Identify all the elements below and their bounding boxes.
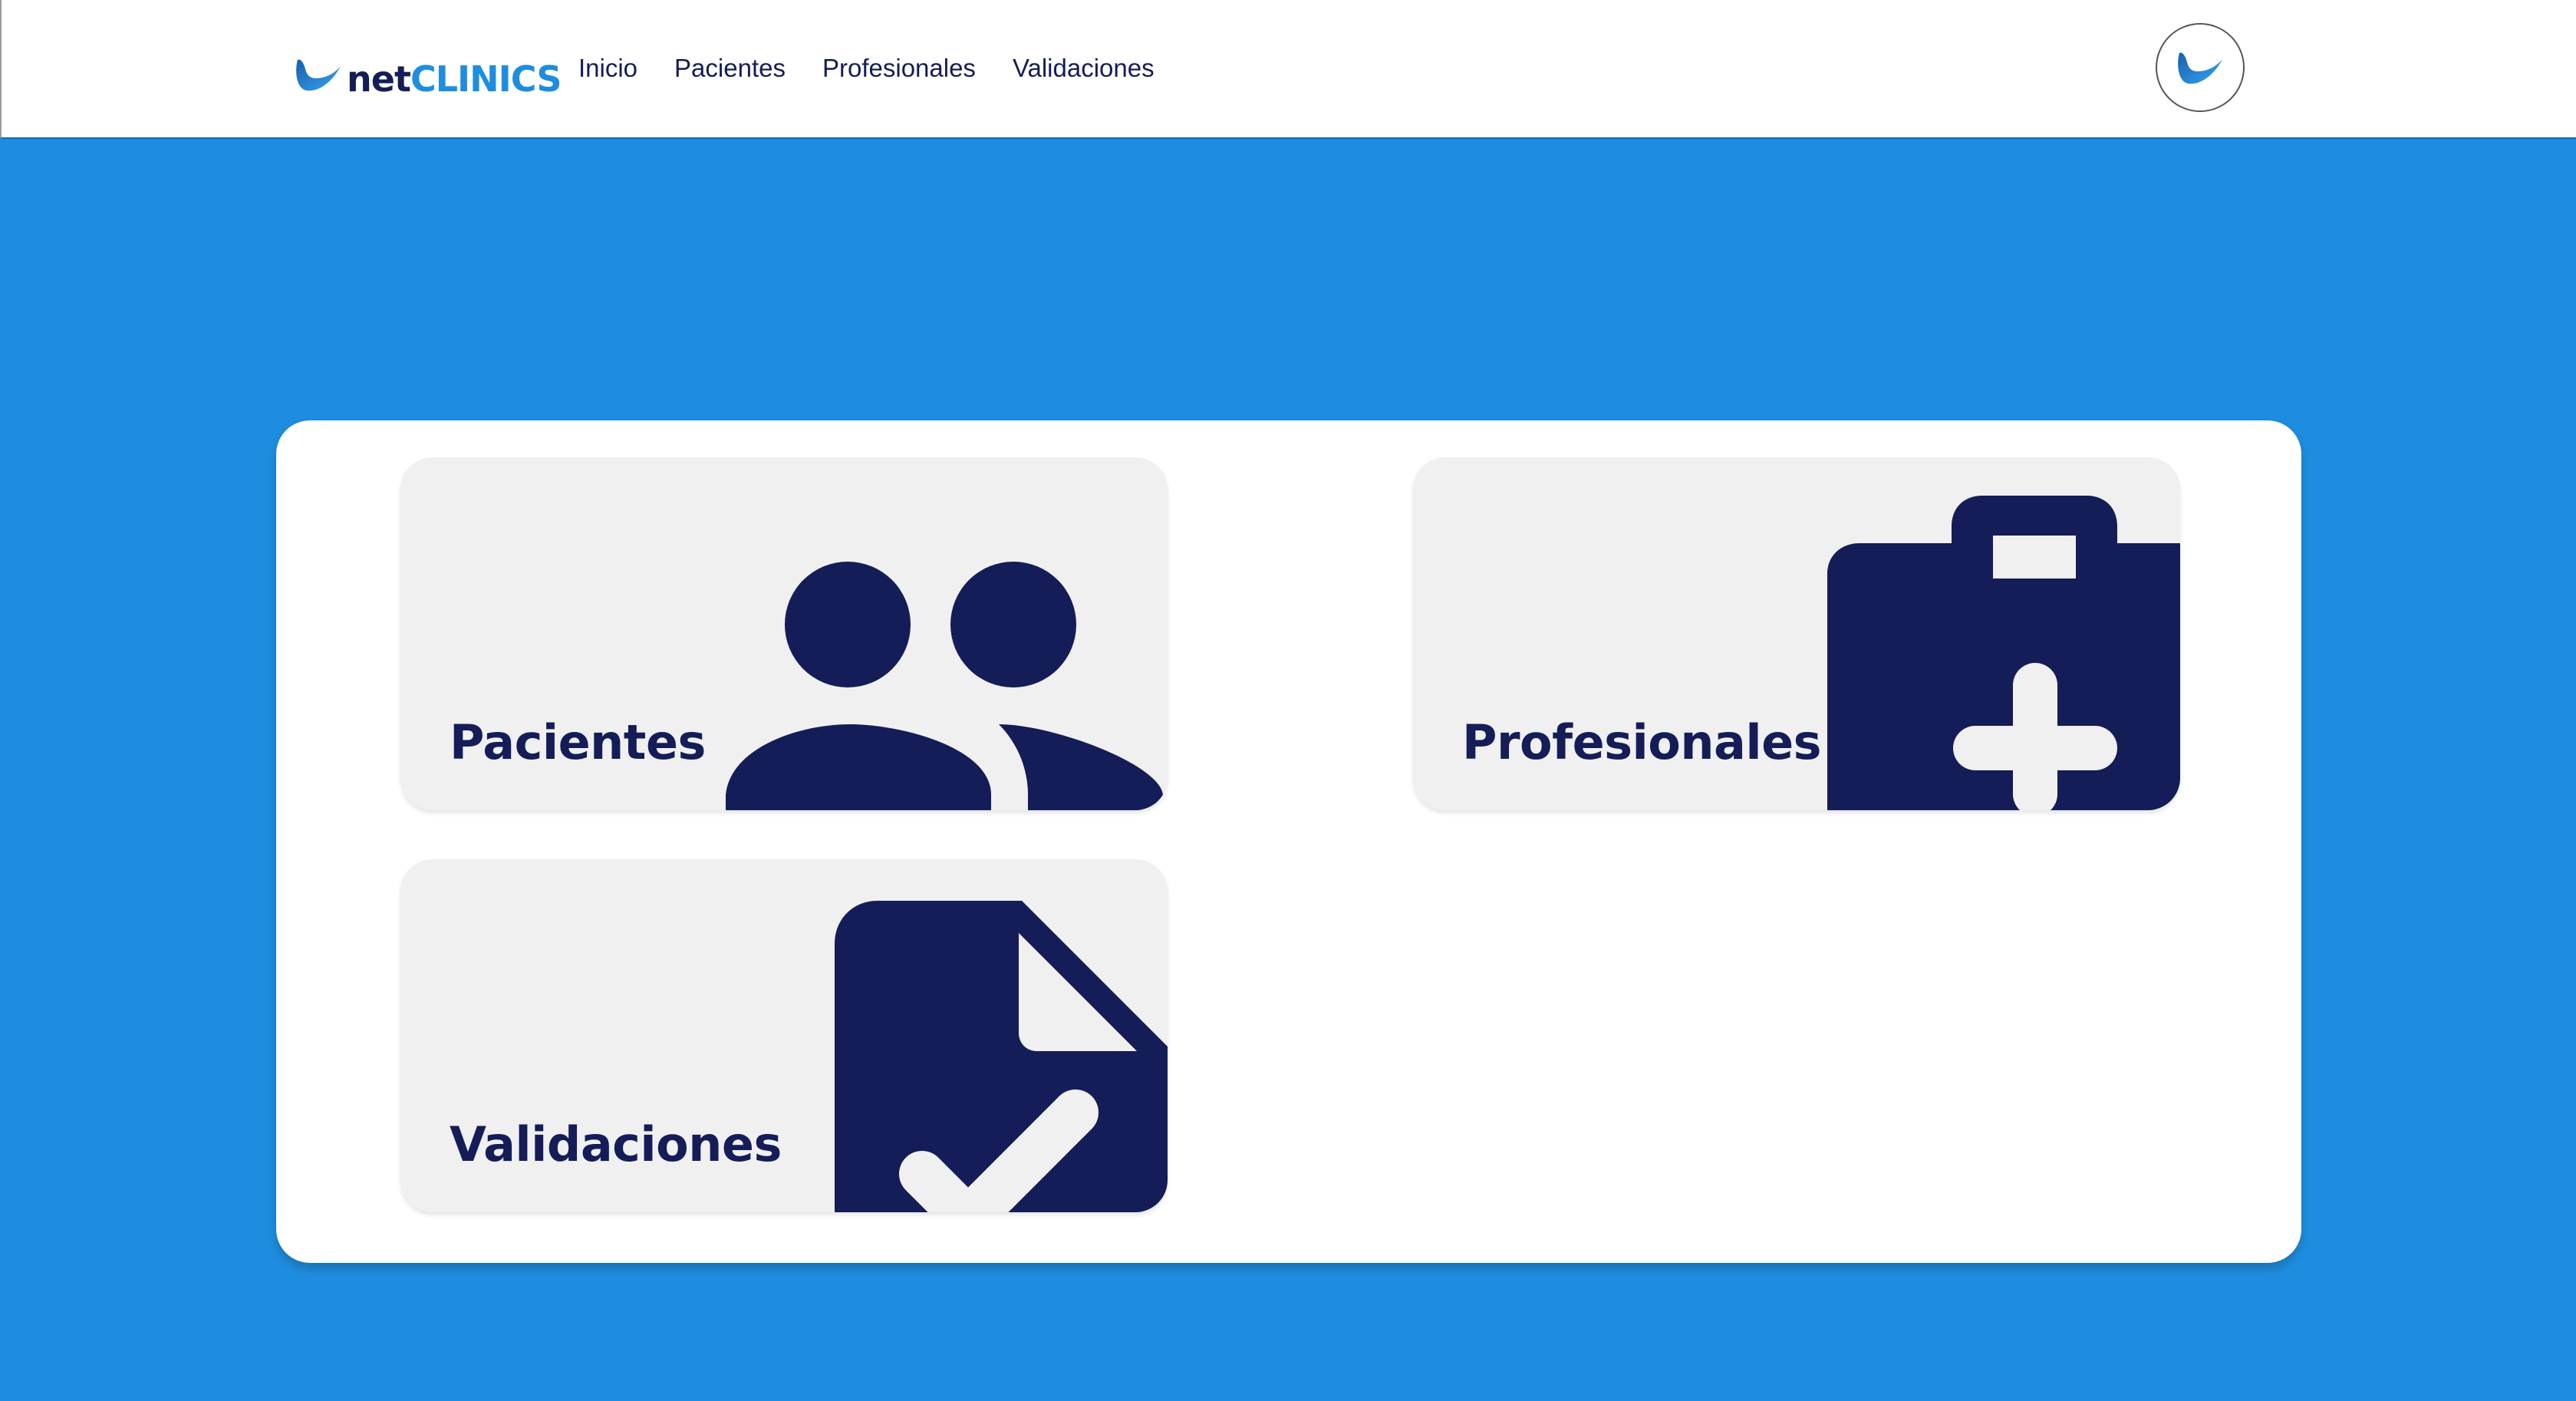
nav-item-profesionales[interactable]: Profesionales bbox=[822, 49, 976, 87]
brand-name: netCLINICS bbox=[347, 58, 562, 100]
medical-briefcase-icon bbox=[1827, 496, 2180, 810]
nav-item-inicio[interactable]: Inicio bbox=[578, 49, 637, 87]
top-navbar: netCLINICS Inicio Pacientes Profesionale… bbox=[0, 0, 2576, 139]
nav-item-validaciones[interactable]: Validaciones bbox=[1013, 49, 1155, 87]
user-avatar-button[interactable] bbox=[2156, 23, 2245, 112]
brand-name-net: net bbox=[347, 58, 411, 100]
card-validaciones[interactable]: Validaciones bbox=[400, 859, 1168, 1212]
main-nav: Inicio Pacientes Profesionales Validacio… bbox=[578, 49, 1191, 87]
brand-name-clinics: CLINICS bbox=[410, 58, 562, 100]
netclinics-logo-icon bbox=[2178, 52, 2222, 84]
netclinics-logo[interactable]: netCLINICS bbox=[293, 48, 562, 101]
card-pacientes[interactable]: Pacientes bbox=[400, 457, 1168, 810]
card-label-validaciones: Validaciones bbox=[450, 1116, 782, 1172]
dashboard-panel: Pacientes Profesionales Validaciones bbox=[276, 420, 2301, 1263]
nav-item-pacientes[interactable]: Pacientes bbox=[674, 49, 786, 87]
users-icon bbox=[726, 562, 1163, 810]
netclinics-logo-icon bbox=[296, 59, 341, 91]
card-label-pacientes: Pacientes bbox=[450, 714, 706, 770]
card-profesionales[interactable]: Profesionales bbox=[1413, 457, 2180, 810]
card-label-profesionales: Profesionales bbox=[1462, 714, 1822, 770]
document-check-icon bbox=[835, 901, 1168, 1212]
